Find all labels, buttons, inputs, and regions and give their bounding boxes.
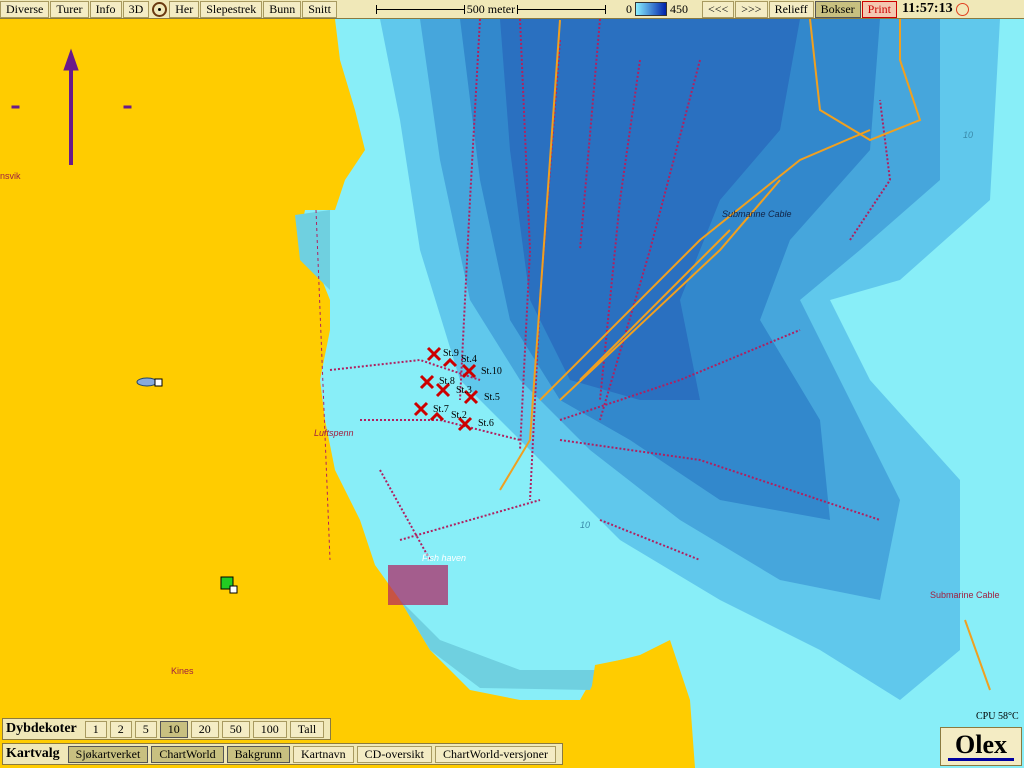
contour-10[interactable]: 10 xyxy=(159,720,188,738)
print-button[interactable]: Print xyxy=(861,0,898,18)
station-label: St.8 xyxy=(439,376,455,387)
station-label: St.10 xyxy=(481,366,502,377)
dybdekoter-label: Dybdekoter xyxy=(6,721,77,736)
contour-5[interactable]: 5 xyxy=(134,720,157,738)
diverse-button[interactable]: Diverse xyxy=(0,0,50,18)
station-label: St.6 xyxy=(478,418,494,429)
station-label: St.4 xyxy=(461,354,477,365)
target-icon[interactable] xyxy=(152,1,168,17)
depth-gradient xyxy=(634,2,667,16)
station-label: St.7 xyxy=(433,404,449,415)
station-label: St.9 xyxy=(443,348,459,359)
bakgrunn-toggle[interactable]: Bakgrunn xyxy=(226,745,290,763)
chartworld-versjoner-toggle[interactable]: ChartWorld-versjoner xyxy=(434,745,556,763)
contour-2[interactable]: 2 xyxy=(109,720,132,738)
contour-50[interactable]: 50 xyxy=(221,720,250,738)
depth-min: 0 xyxy=(625,1,632,16)
fish-icon xyxy=(136,377,163,387)
kartnavn-toggle[interactable]: Kartnavn xyxy=(293,745,354,763)
olex-logo[interactable]: Olex xyxy=(940,727,1022,766)
place-label-kines: Kines xyxy=(171,666,194,676)
contour-tall[interactable]: Tall xyxy=(289,720,325,738)
cd-oversikt-toggle[interactable]: CD-oversikt xyxy=(356,745,432,763)
fish-haven-label: Fish haven xyxy=(422,553,467,563)
snitt-button[interactable]: Snitt xyxy=(302,0,337,18)
luftspenn-label: Luftspenn xyxy=(314,428,354,438)
cable-label: Submarine Cable xyxy=(930,590,1000,600)
contour-20[interactable]: 20 xyxy=(190,720,219,738)
her-button[interactable]: Her xyxy=(169,0,200,18)
depth-legend: 0 450 xyxy=(626,2,688,17)
top-toolbar: Diverse Turer Info 3D Her Slepestrek Bun… xyxy=(0,0,1024,19)
prev-button[interactable]: <<< xyxy=(701,0,735,18)
bokser-button[interactable]: Bokser xyxy=(814,0,861,18)
sun-icon[interactable] xyxy=(955,2,969,16)
station-label: St.5 xyxy=(484,392,500,403)
scale-bar: 500 meter xyxy=(375,1,606,17)
turer-button[interactable]: Turer xyxy=(50,0,89,18)
contour-1[interactable]: 1 xyxy=(84,720,107,738)
next-button[interactable]: >>> xyxy=(735,0,768,18)
slepestrek-button[interactable]: Slepestrek xyxy=(200,0,263,18)
bunn-button[interactable]: Bunn xyxy=(263,0,302,18)
chart-map[interactable] xyxy=(0,0,1024,768)
chartworld-toggle[interactable]: ChartWorld xyxy=(151,745,224,763)
kartvalg-panel: Kartvalg Sjøkartverket ChartWorld Bakgru… xyxy=(2,743,563,765)
cable-label: Submarine Cable xyxy=(722,209,792,219)
fish-haven-area xyxy=(388,565,448,605)
depth-max: 450 xyxy=(669,1,688,16)
relieff-button[interactable]: Relieff xyxy=(768,0,814,18)
scale-label: 500 meter xyxy=(466,1,516,16)
dybdekoter-panel: Dybdekoter 1 2 5 10 20 50 100 Tall xyxy=(2,718,332,740)
depth-label: 10 xyxy=(580,520,591,530)
3d-button[interactable]: 3D xyxy=(122,0,150,18)
clock: 11:57:13 xyxy=(902,1,953,16)
info-button[interactable]: Info xyxy=(89,0,122,18)
sjokartverket-toggle[interactable]: Sjøkartverket xyxy=(67,745,149,763)
place-label-ansvik: nsvik xyxy=(0,171,21,181)
station-label: St.3 xyxy=(456,385,472,396)
station-label: St.2 xyxy=(451,410,467,421)
contour-100[interactable]: 100 xyxy=(252,720,287,738)
depth-label: 10 xyxy=(963,130,974,140)
kartvalg-label: Kartvalg xyxy=(6,746,60,761)
cpu-temp: CPU 58°C xyxy=(976,711,1019,722)
